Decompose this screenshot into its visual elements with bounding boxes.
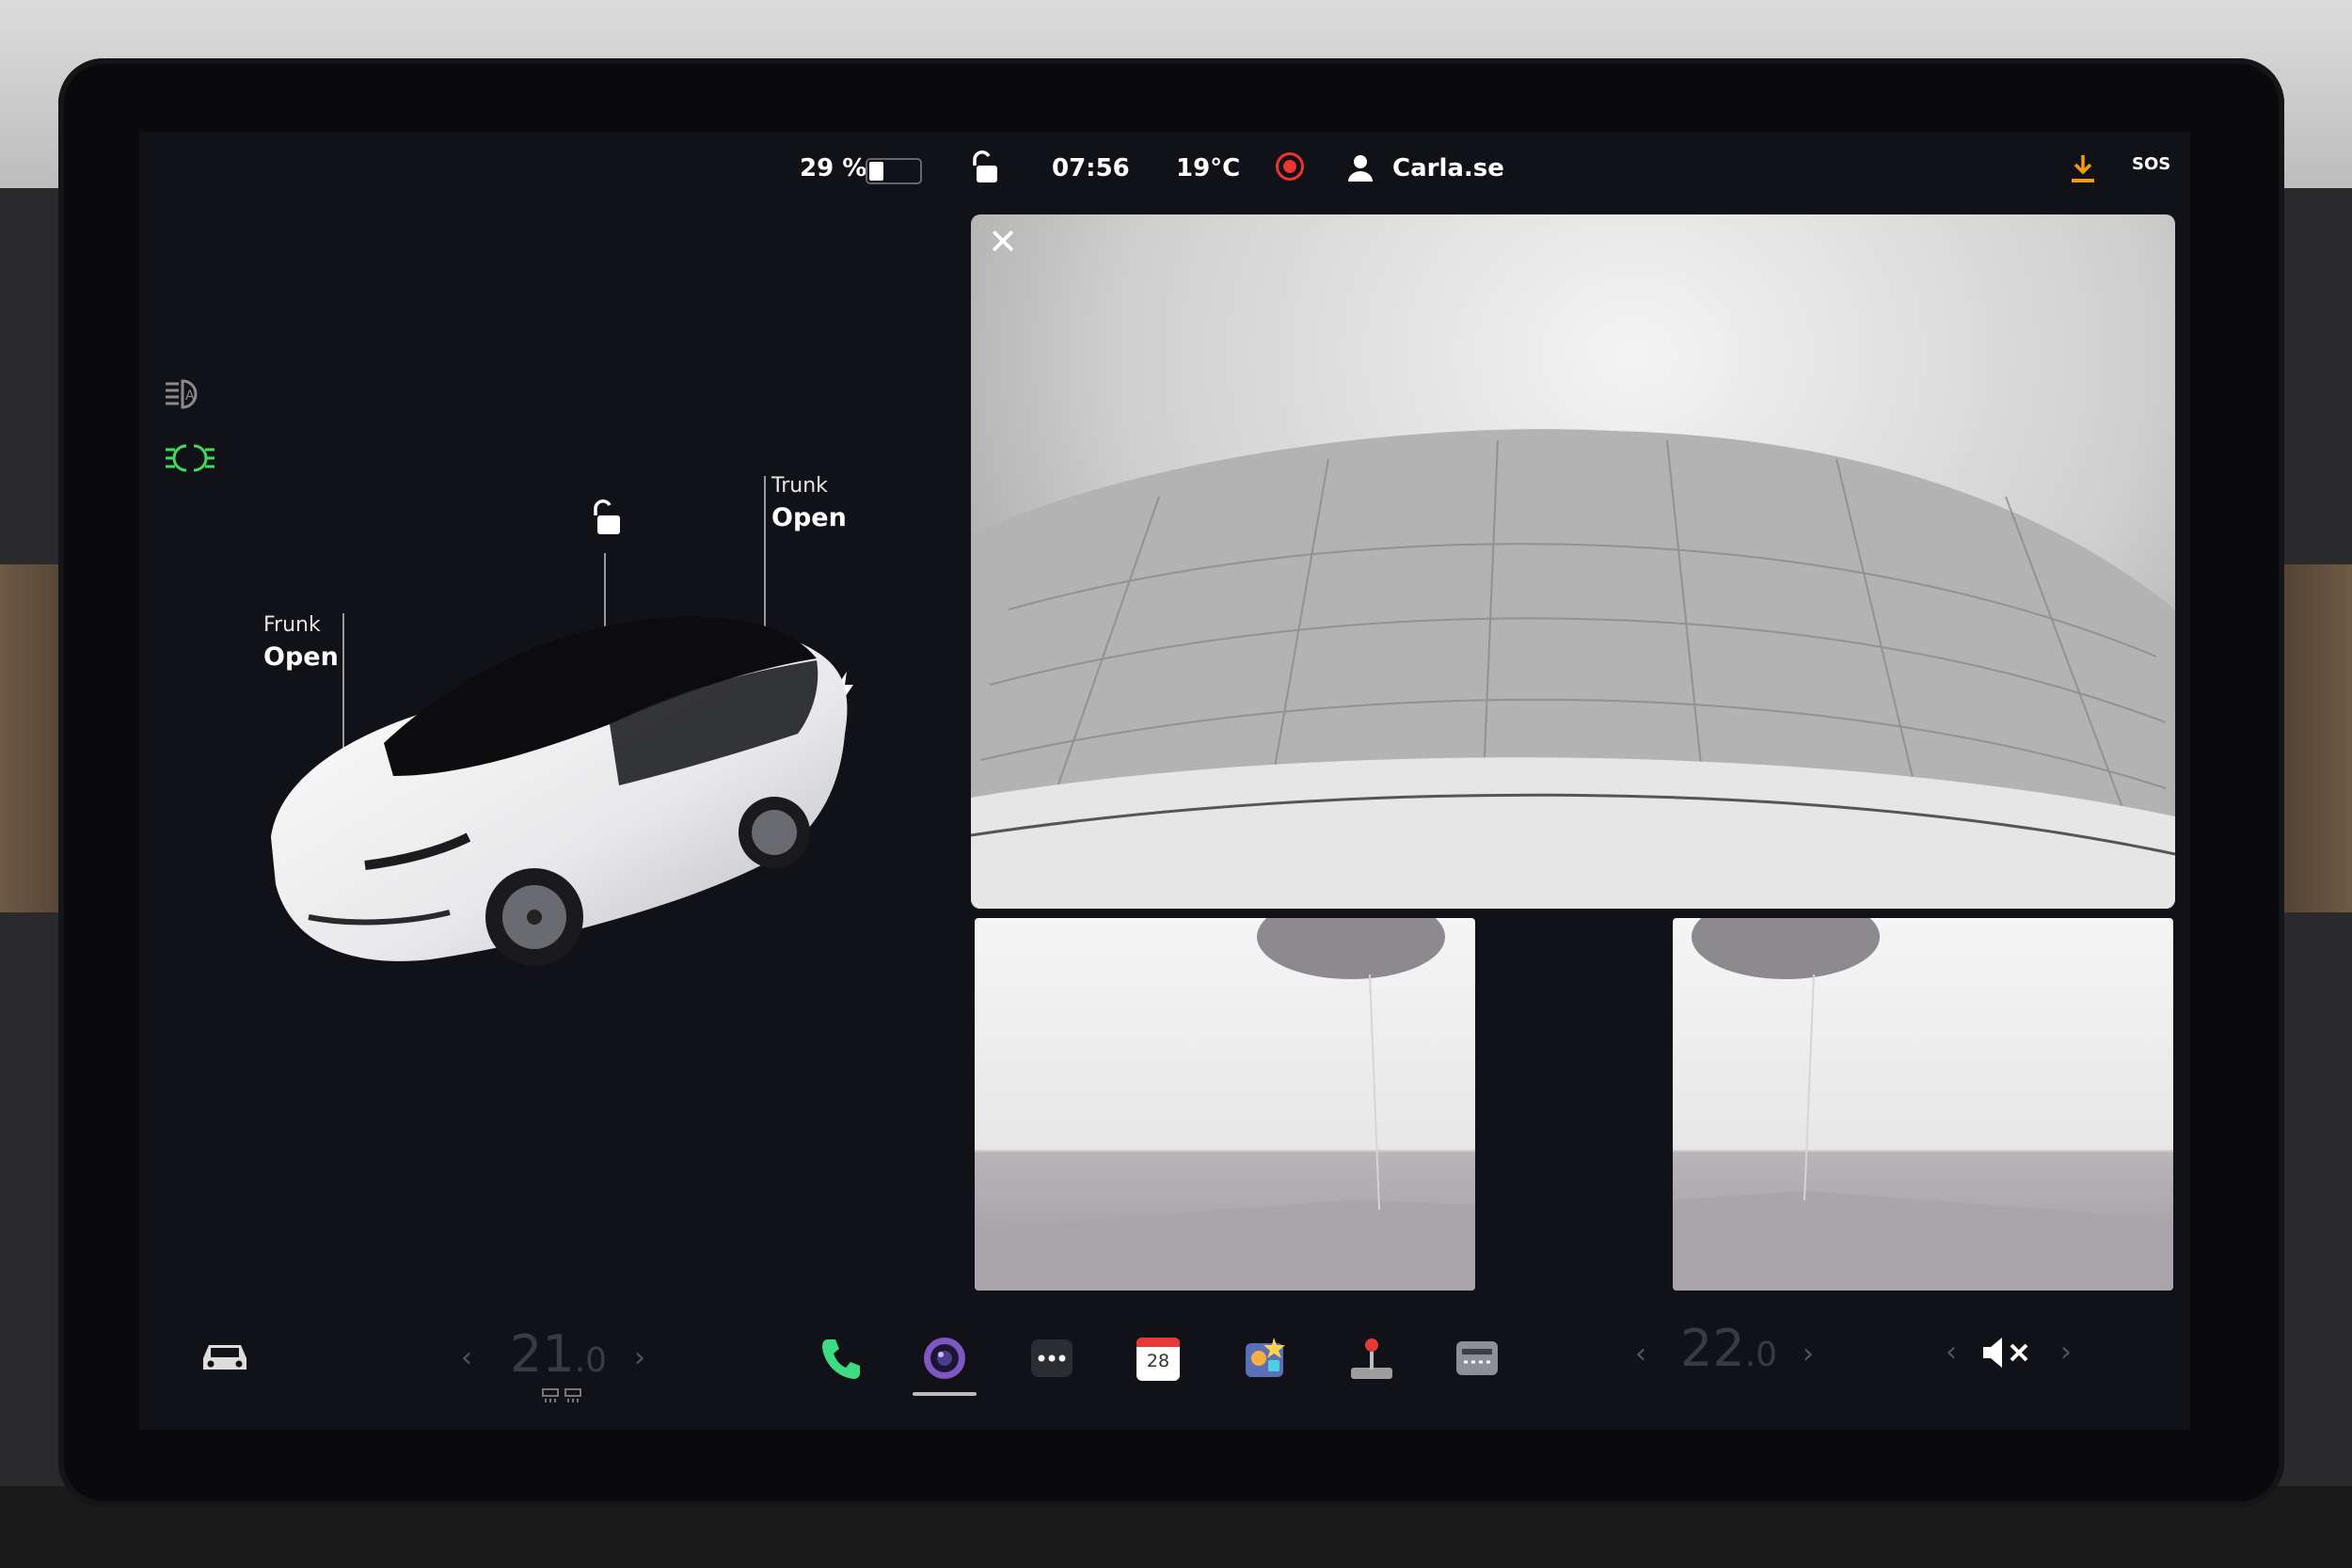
trunk-label: Trunk: [771, 474, 828, 498]
auto-high-beam-icon: A: [164, 378, 211, 415]
right-repeater-camera-view[interactable]: [1673, 918, 2173, 1291]
clock: 07:56: [1052, 154, 1130, 182]
parking-lights-icon: [164, 442, 216, 479]
phone-icon[interactable]: [817, 1334, 866, 1383]
battery-fill: [869, 162, 883, 181]
outside-temperature: 19°C: [1176, 154, 1241, 182]
profile-icon[interactable]: [1345, 152, 1375, 182]
passenger-temp-decimal: .0: [1744, 1336, 1778, 1374]
driver-temp-up-icon[interactable]: ›: [634, 1341, 645, 1374]
toybox-icon[interactable]: [1242, 1334, 1291, 1383]
passenger-temp-up-icon[interactable]: ›: [1803, 1338, 1814, 1370]
driver-temp-decimal: .0: [574, 1341, 608, 1380]
display-bezel: 29 % 07:56 19°C Carla.se SOS A Frunk Ope…: [58, 58, 2284, 1507]
close-camera-icon[interactable]: ✕: [984, 224, 1022, 261]
driver-temp-value: 21: [510, 1324, 575, 1384]
passenger-temperature[interactable]: 22.0: [1680, 1319, 1777, 1378]
seat-heat-icon[interactable]: [540, 1386, 585, 1408]
touchscreen: 29 % 07:56 19°C Carla.se SOS A Frunk Ope…: [139, 132, 2190, 1430]
download-icon[interactable]: [2068, 152, 2098, 184]
dashcam-record-icon[interactable]: [1276, 152, 1304, 181]
battery-percent: 29 %: [800, 154, 867, 182]
passenger-temp-down-icon[interactable]: ‹: [1635, 1338, 1646, 1370]
unlock-icon[interactable]: [969, 150, 999, 184]
calendar-day: 28: [1146, 1351, 1170, 1371]
bottom-dock: ‹ 21.0 › 28 ‹ 22.0 › ‹ ›: [139, 1291, 2190, 1430]
left-repeater-camera-view[interactable]: [975, 918, 1475, 1291]
profile-name[interactable]: Carla.se: [1392, 154, 1504, 182]
calendar-header: [1136, 1338, 1180, 1347]
trunk-callout[interactable]: Trunk Open: [771, 474, 847, 532]
vehicle-3d-view[interactable]: [252, 583, 967, 978]
calendar-icon[interactable]: 28: [1136, 1338, 1180, 1381]
svg-text:A: A: [185, 388, 195, 404]
volume-muted-icon[interactable]: [1979, 1334, 2034, 1376]
active-app-indicator: [913, 1392, 977, 1396]
rear-camera-view[interactable]: ✕: [971, 214, 2175, 909]
status-bar: 29 % 07:56 19°C Carla.se SOS: [139, 132, 2190, 207]
camera-app-icon[interactable]: [920, 1334, 969, 1383]
arcade-icon[interactable]: [1347, 1334, 1396, 1383]
more-apps-icon[interactable]: [1027, 1334, 1076, 1383]
driver-temp-down-icon[interactable]: ‹: [461, 1341, 472, 1374]
volume-up-icon[interactable]: ›: [2060, 1336, 2072, 1369]
volume-down-icon[interactable]: ‹: [1946, 1336, 1957, 1369]
car-unlock-icon[interactable]: [589, 499, 623, 541]
passenger-temp-value: 22: [1680, 1319, 1745, 1378]
car-controls-icon[interactable]: [198, 1338, 252, 1380]
driver-temperature[interactable]: 21.0: [510, 1324, 607, 1384]
sos-button[interactable]: SOS: [2132, 154, 2170, 174]
trunk-status: Open: [771, 503, 847, 532]
battery-icon: [866, 158, 922, 184]
service-icon[interactable]: [1453, 1334, 1502, 1383]
